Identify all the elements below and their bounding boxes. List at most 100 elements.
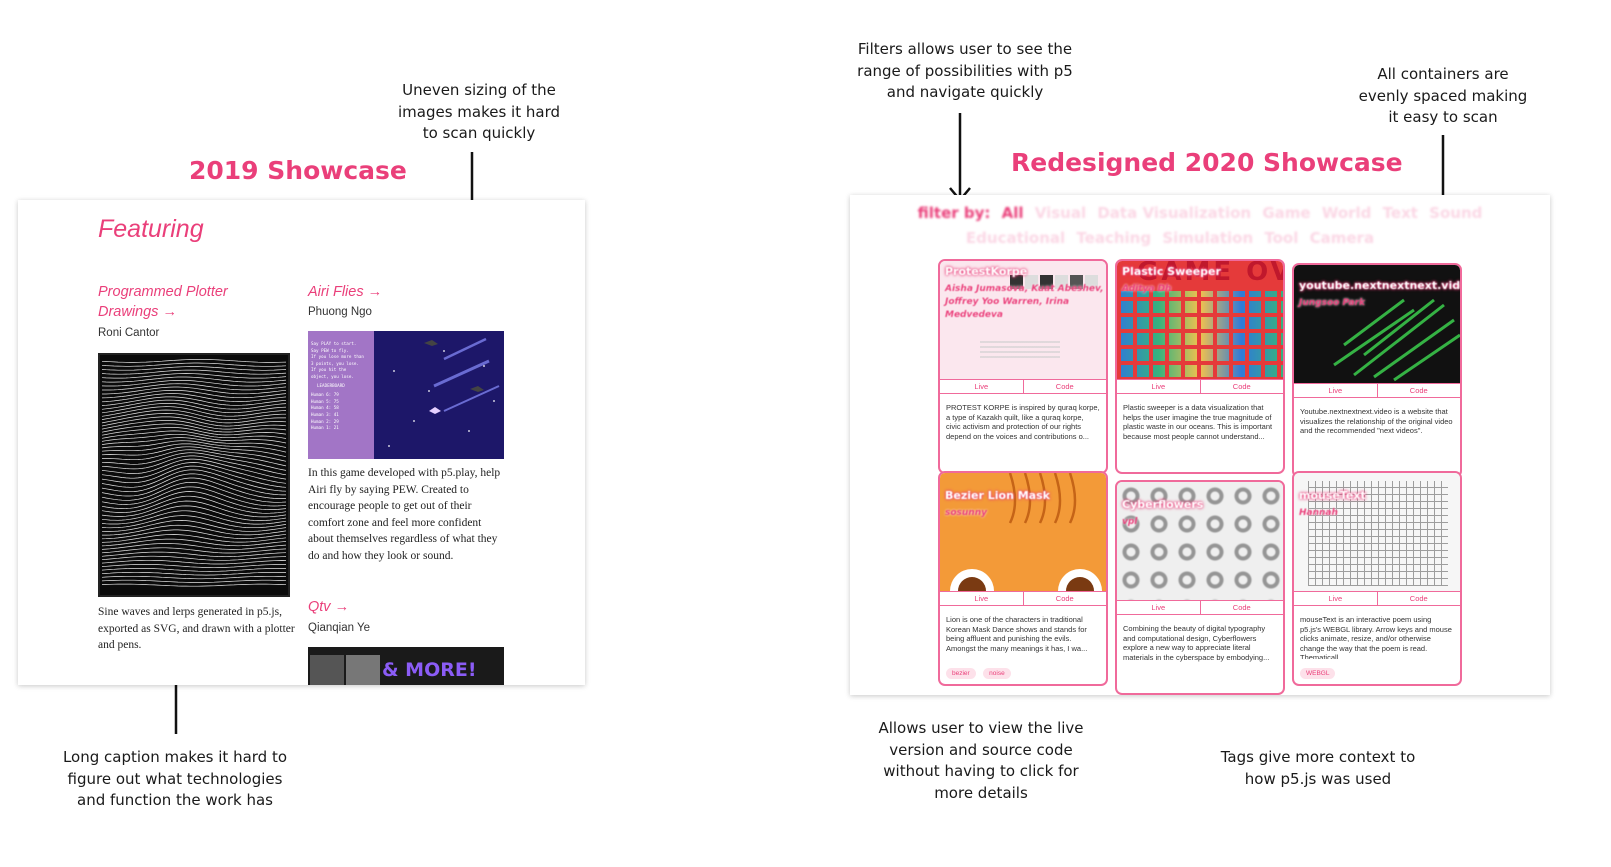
card-thumbnail: mouseText Hannah bbox=[1294, 473, 1460, 591]
project-card[interactable]: mouseText Hannah Live Code mouseText is … bbox=[1292, 471, 1462, 686]
tag-chip[interactable]: noise bbox=[983, 668, 1011, 679]
game-text-line: 3 points, you lose. bbox=[311, 360, 359, 366]
filter-camera[interactable]: Camera bbox=[1310, 229, 1374, 247]
annotation-line: Tags give more context to bbox=[1220, 748, 1416, 766]
annotation-tags: Tags give more context to how p5.js was … bbox=[1208, 747, 1428, 790]
airi-flies-image[interactable]: Say PLAY to start. Say PEW to fly. If you … bbox=[308, 331, 504, 459]
filter-visual[interactable]: Visual bbox=[1035, 204, 1086, 222]
game-text-panel: Say PLAY to start. Say PEW to fly. If you … bbox=[308, 331, 374, 459]
annotation-long-caption: Long caption makes it hard to figure out… bbox=[50, 747, 300, 812]
card-thumbnail: GAME OVE Plastic Sweeper Aditya Dh bbox=[1117, 261, 1283, 379]
annotation-line: evenly spaced making bbox=[1358, 86, 1528, 105]
arrow-down-icon bbox=[949, 113, 971, 202]
annotation-line: and function the work has bbox=[77, 791, 273, 809]
annotation-evenly-spaced: All containers are evenly spaced making … bbox=[1343, 64, 1543, 129]
space-scene bbox=[374, 331, 504, 459]
live-link[interactable]: Live bbox=[1117, 601, 1200, 614]
placeholder-lines bbox=[980, 341, 1060, 361]
code-link[interactable]: Code bbox=[1376, 592, 1461, 605]
annotation-line: more details bbox=[934, 783, 1028, 802]
card-links: Live Code bbox=[1294, 383, 1460, 398]
game-text-line: object, you lose. bbox=[311, 373, 354, 379]
tag-chip[interactable]: bezier bbox=[946, 668, 976, 679]
game-text-line: If you lose more than bbox=[311, 354, 364, 360]
filter-teaching[interactable]: Teaching bbox=[1076, 229, 1151, 247]
game-text-line: Human 2: 29 bbox=[311, 418, 339, 424]
card-author: vpl bbox=[1122, 517, 1138, 527]
project-card[interactable]: GAME OVE Plastic Sweeper Aditya Dh Live … bbox=[1115, 259, 1285, 474]
filter-all[interactable]: All bbox=[1002, 204, 1024, 222]
card-description: Plastic sweeper is a data visualization … bbox=[1123, 403, 1273, 441]
card-title: youtube.nextnextnext.video bbox=[1299, 279, 1460, 292]
code-link[interactable]: Code bbox=[1022, 592, 1107, 605]
card-author: Jungsoo Park bbox=[1299, 298, 1365, 308]
live-link[interactable]: Live bbox=[940, 380, 1023, 393]
filter-text[interactable]: Text bbox=[1383, 204, 1418, 222]
annotation-line: Filters allows user to see the bbox=[857, 40, 1073, 58]
filter-tool[interactable]: Tool bbox=[1264, 229, 1298, 247]
card-links: Live Code bbox=[940, 379, 1106, 394]
card-links: Live Code bbox=[1117, 600, 1283, 615]
showcase-2019-panel: Featuring Programmed Plotter Drawings → … bbox=[18, 200, 585, 685]
project-card[interactable]: Bezier Lion Mask sosunny Live Code Lion … bbox=[938, 471, 1108, 686]
game-text-line: Human 6: 79 bbox=[311, 392, 339, 398]
game-text-line: Human 4: 58 bbox=[311, 405, 339, 411]
card-thumbnail: Cyberflowers vpl bbox=[1117, 482, 1283, 600]
work-title-link[interactable]: Programmed Plotter Drawings → bbox=[98, 282, 278, 322]
live-link[interactable]: Live bbox=[940, 592, 1023, 605]
filter-data-visualization[interactable]: Data Visualization bbox=[1097, 204, 1251, 222]
work-author: Phuong Ngo bbox=[308, 306, 372, 318]
filter-game[interactable]: Game bbox=[1262, 204, 1310, 222]
work-caption: In this game developed with p5.play, hel… bbox=[308, 467, 501, 562]
card-links: Live Code bbox=[940, 591, 1106, 606]
code-link[interactable]: Code bbox=[1376, 384, 1461, 397]
card-author: Aisha Jumasova, Kuat Abeshev, Joffrey Yo… bbox=[945, 284, 1104, 320]
qtv-thumbnail[interactable]: & MORE! bbox=[308, 647, 504, 685]
annotation-line: All containers are bbox=[1377, 65, 1509, 83]
annotation-line: Long caption makes it hard to bbox=[62, 748, 288, 766]
card-description: Combining the beauty of digital typograp… bbox=[1123, 624, 1270, 662]
card-thumbnail: Bezier Lion Mask sosunny bbox=[940, 473, 1106, 591]
card-description: Lion is one of the characters in traditi… bbox=[946, 615, 1088, 653]
filter-sound[interactable]: Sound bbox=[1429, 204, 1482, 222]
plotter-drawing-image[interactable] bbox=[98, 353, 290, 597]
annotation-line: how p5.js was used bbox=[1244, 769, 1392, 788]
code-link[interactable]: Code bbox=[1022, 380, 1107, 393]
filter-simulation[interactable]: Simulation bbox=[1162, 229, 1253, 247]
game-text-line: Human 5: 75 bbox=[311, 398, 339, 404]
live-link[interactable]: Live bbox=[1294, 592, 1377, 605]
annotation-line: without having to click for bbox=[883, 762, 1079, 780]
annotation-line: to scan quickly bbox=[422, 124, 536, 142]
game-text-line: Say PEW to fly. bbox=[311, 347, 349, 353]
code-link[interactable]: Code bbox=[1199, 380, 1284, 393]
work-author: Roni Cantor bbox=[98, 327, 160, 339]
card-links: Live Code bbox=[1117, 379, 1283, 394]
card-title: Bezier Lion Mask bbox=[945, 489, 1050, 502]
card-thumbnail: youtube.nextnextnext.video Jungsoo Park bbox=[1294, 265, 1460, 383]
thumbnail-photo bbox=[346, 655, 380, 685]
card-author: Hannah bbox=[1299, 508, 1338, 518]
card-title: Plastic Sweeper bbox=[1122, 265, 1221, 278]
annotation-line: range of possibilities with p5 bbox=[857, 61, 1073, 80]
card-description: Youtube.nextnextnext.video is a website … bbox=[1300, 407, 1453, 436]
card-title: Cyberflowers bbox=[1122, 498, 1204, 511]
filter-educational[interactable]: Educational bbox=[966, 229, 1065, 247]
project-card[interactable]: youtube.nextnextnext.video Jungsoo Park … bbox=[1292, 263, 1462, 478]
live-link[interactable]: Live bbox=[1117, 380, 1200, 393]
code-link[interactable]: Code bbox=[1199, 601, 1284, 614]
card-links: Live Code bbox=[1294, 591, 1460, 606]
annotation-line: images makes it hard bbox=[397, 102, 560, 121]
work-title-link[interactable]: Qtv → bbox=[308, 597, 349, 617]
project-card[interactable]: ProtestKorpe Aisha Jumasova, Kuat Abeshe… bbox=[938, 259, 1108, 474]
work-title-link[interactable]: Airi Flies → bbox=[308, 282, 382, 302]
live-link[interactable]: Live bbox=[1294, 384, 1377, 397]
filter-world[interactable]: World bbox=[1322, 204, 1372, 222]
annotation-live-code: Allows user to view the live version and… bbox=[866, 718, 1096, 804]
tag-chip[interactable]: WEBGL bbox=[1300, 668, 1336, 679]
card-thumbnail: ProtestKorpe Aisha Jumasova, Kuat Abeshe… bbox=[940, 261, 1106, 379]
showcase-2020-panel: filter by: All Visual Data Visualization… bbox=[850, 195, 1550, 695]
filter-bar: filter by: All Visual Data Visualization… bbox=[850, 200, 1550, 226]
card-tags bbox=[1117, 447, 1283, 472]
project-card[interactable]: Cyberflowers vpl Live Code Combining the… bbox=[1115, 480, 1285, 695]
annotation-line: Uneven sizing of the bbox=[402, 81, 556, 99]
